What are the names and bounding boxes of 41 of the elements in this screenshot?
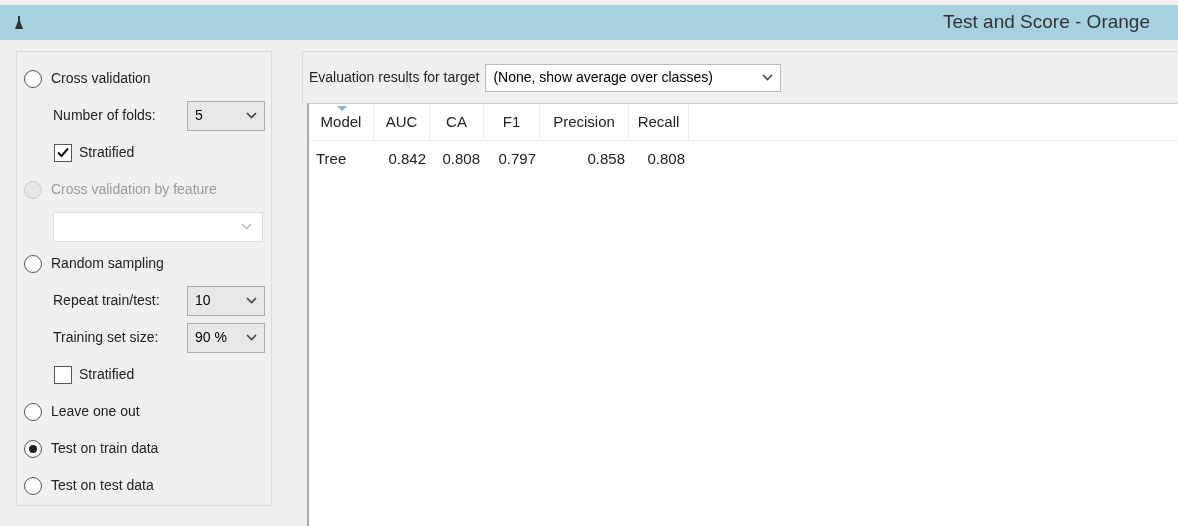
radio-label[interactable]: Random sampling (51, 253, 164, 274)
table-cell-text: 0.842 (387, 148, 427, 169)
checkbox[interactable] (54, 143, 72, 162)
dropdown[interactable]: 90 % (187, 322, 265, 353)
column-header[interactable]: Precision (540, 104, 629, 140)
radio-button[interactable] (24, 476, 42, 495)
field-label: Repeat train/test: (53, 291, 161, 310)
table-cell-text: 0.808 (646, 148, 686, 169)
column-header[interactable]: Recall (629, 104, 689, 140)
checkbox-label[interactable]: Stratified (79, 142, 135, 163)
radio-button[interactable] (24, 69, 42, 88)
target-label: Evaluation results for target (309, 68, 480, 87)
field-label: Number of folds: (53, 106, 157, 125)
column-header[interactable]: CA (430, 104, 484, 140)
table-cell-text: Tree (315, 148, 348, 169)
caret-icon (241, 223, 252, 230)
column-header[interactable]: Model (309, 104, 374, 140)
table-cell-text: 0.808 (441, 148, 481, 169)
caret-icon (762, 74, 774, 81)
dropdown[interactable]: 10 (187, 285, 265, 316)
table-cell-text: 0.797 (497, 148, 537, 169)
target-dropdown[interactable]: (None, show average over classes) (485, 63, 782, 92)
dropdown[interactable]: 5 (187, 100, 265, 131)
flask-icon (14, 14, 24, 31)
radio-button[interactable] (24, 439, 42, 458)
radio-button[interactable] (24, 402, 42, 421)
caret-icon (246, 112, 257, 119)
checkbox-label[interactable]: Stratified (79, 364, 135, 385)
window-title: Test and Score - Orange (943, 10, 1150, 35)
radio-label[interactable]: Leave one out (51, 401, 140, 422)
table-cell-text: 0.858 (586, 148, 626, 169)
radio-button[interactable] (24, 254, 42, 273)
radio-label[interactable]: Test on test data (51, 475, 154, 496)
checkbox[interactable] (54, 365, 72, 384)
column-header[interactable]: F1 (484, 104, 540, 140)
column-header[interactable]: AUC (374, 104, 430, 140)
radio-label[interactable]: Test on train data (51, 438, 159, 459)
radio-label[interactable]: Cross validation (51, 68, 151, 89)
caret-icon (246, 297, 257, 304)
field-label: Training set size: (53, 328, 160, 347)
caret-icon (246, 334, 257, 341)
